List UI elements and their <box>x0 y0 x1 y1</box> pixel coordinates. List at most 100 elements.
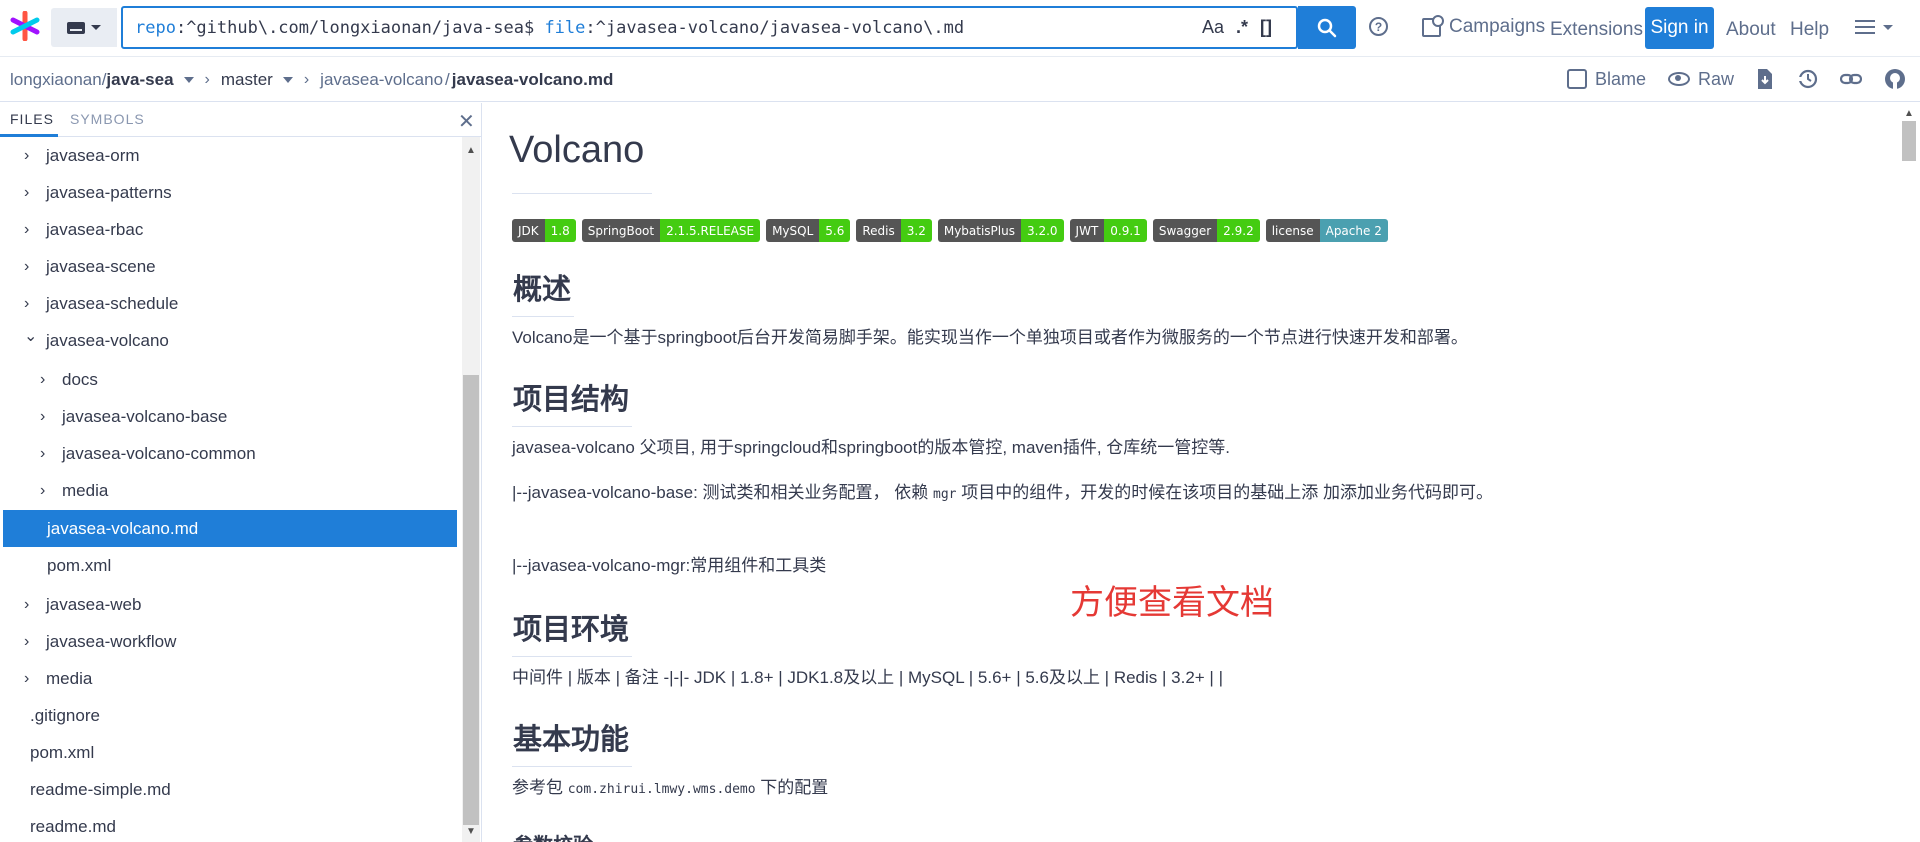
tree-item[interactable]: › media <box>0 660 462 697</box>
tree-item[interactable]: › javasea-scene <box>0 248 462 285</box>
tree-item[interactable]: › javasea-volcano-common <box>0 435 462 472</box>
badge-value: 1.8 <box>544 219 576 242</box>
tree-item[interactable]: › javasea-schedule <box>0 285 462 322</box>
tree-item[interactable]: › javasea-patterns <box>0 174 462 211</box>
badge-label: SpringBoot <box>581 219 661 242</box>
search-options: Aa .* [] <box>1202 6 1272 49</box>
heading-validation: 参数校验 <box>513 829 593 842</box>
search-icon <box>1317 18 1337 37</box>
tree-item-label: javasea-volcano-base <box>62 406 228 426</box>
structural-search-toggle[interactable]: [] <box>1260 17 1272 38</box>
heading-structure: 项目结构 <box>513 384 630 416</box>
tree-item-label: pom.xml <box>30 742 95 762</box>
tree-item[interactable]: pom.xml <box>0 547 462 584</box>
chevron-down-icon <box>91 25 101 30</box>
github-icon[interactable] <box>1884 68 1906 90</box>
badge-value: 3.2 <box>900 219 932 242</box>
tree-item[interactable]: › javasea-volcano-base <box>0 398 462 435</box>
blame-button[interactable]: Blame <box>1566 68 1646 90</box>
nav-campaigns-label: Campaigns <box>1449 16 1546 37</box>
badge-jdk: JDK 1.8 <box>512 219 576 242</box>
tab-symbols[interactable]: SYMBOLS <box>70 111 145 127</box>
breadcrumb-owner[interactable]: longxiaonan/ <box>10 70 106 90</box>
heading-overview: 概述 <box>513 274 572 306</box>
badge-value: 5.6 <box>819 219 851 242</box>
badge-mybatisplus: MybatisPlus 3.2.0 <box>937 219 1064 242</box>
sign-in-button[interactable]: Sign in <box>1645 7 1714 49</box>
structure-text: 项目中的组件，开发的时候在该项目的基础上添 加添加业务代码即可。 <box>956 483 1493 502</box>
main-menu-button[interactable] <box>1855 20 1893 34</box>
nav-extensions[interactable]: Extensions <box>1550 19 1643 41</box>
badge-swagger: Swagger 2.9.2 <box>1152 219 1260 242</box>
nav-help[interactable]: Help <box>1790 19 1829 41</box>
search-repo-keyword: repo <box>135 18 176 38</box>
nav-campaigns[interactable]: Campaigns <box>1422 14 1546 38</box>
tree-item-expanded[interactable]: ⌄ javasea-volcano <box>0 322 462 359</box>
chevron-right-icon: › <box>303 71 310 88</box>
inline-code: com.zhirui.lmwy.wms.demo <box>567 782 756 797</box>
tree-item[interactable]: › media <box>0 472 462 509</box>
breadcrumb-dir[interactable]: javasea-volcano <box>320 70 443 90</box>
content-scroll-thumb[interactable] <box>1902 121 1916 161</box>
tree-item-label: javasea-orm <box>46 145 140 165</box>
sidebar-scroll-thumb[interactable] <box>463 375 479 825</box>
blame-label: Blame <box>1594 68 1646 89</box>
download-icon[interactable] <box>1756 68 1774 90</box>
search-repo-value: :^github\.com/longxiaonan/java-sea$ <box>175 18 535 38</box>
scroll-down-icon[interactable]: ▼ <box>466 826 476 837</box>
tree-item[interactable]: pom.xml <box>0 734 462 771</box>
scroll-up-icon[interactable]: ▲ <box>466 145 476 156</box>
chevron-down-icon[interactable] <box>282 77 293 83</box>
tree-item[interactable]: › javasea-web <box>0 586 462 623</box>
search-button[interactable] <box>1298 6 1356 49</box>
tree-item[interactable]: › javasea-orm <box>0 137 462 174</box>
breadcrumb-separator: / <box>445 70 450 89</box>
chevron-right-icon: › <box>24 183 30 201</box>
branch-selector[interactable]: master <box>221 70 273 90</box>
blame-icon <box>1566 69 1587 89</box>
case-sensitive-toggle[interactable]: Aa <box>1202 17 1224 38</box>
link-icon[interactable] <box>1840 68 1862 90</box>
file-actions: Blame Raw <box>1566 68 1906 90</box>
tree-item-selected[interactable]: javasea-volcano.md <box>3 510 457 547</box>
tree-item[interactable]: › javasea-workflow <box>0 623 462 660</box>
content-scrollbar[interactable] <box>1898 103 1920 842</box>
tree-item[interactable]: .gitignore <box>0 697 462 734</box>
tree-item[interactable]: readme-simple.md <box>0 771 462 808</box>
search-input[interactable]: repo:^github\.com/longxiaonan/java-sea$ … <box>121 6 1298 49</box>
chevron-down-icon[interactable] <box>183 77 194 83</box>
tree-item[interactable]: readme.md <box>0 808 462 842</box>
tree-item-label: javasea-volcano <box>46 330 169 350</box>
chevron-right-icon: › <box>24 146 30 164</box>
features-text: 参考包 <box>512 778 568 797</box>
chevron-down-icon: ⌄ <box>24 327 38 345</box>
breadcrumb-file[interactable]: javasea-volcano.md <box>452 70 614 90</box>
badge-value: Apache 2 <box>1319 219 1388 242</box>
scroll-up-icon[interactable]: ▲ <box>1904 108 1914 119</box>
campaigns-icon <box>1422 14 1444 37</box>
paragraph-structure-2: |--javasea-volcano-base: 测试类和相关业务配置， 依赖 … <box>512 479 1502 509</box>
tree-item-label: javasea-volcano-common <box>62 443 256 463</box>
tree-item-label: pom.xml <box>47 555 112 575</box>
eye-icon <box>1667 72 1690 86</box>
close-icon[interactable]: ✕ <box>458 109 475 134</box>
nav-about[interactable]: About <box>1726 19 1776 41</box>
sourcegraph-logo-icon[interactable] <box>10 11 40 41</box>
divider <box>512 766 632 767</box>
annotation-text: 方便查看文档 <box>1070 584 1274 622</box>
file-viewer: Volcano JDK 1.8 SpringBoot 2.1.5.RELEASE M… <box>483 103 1920 842</box>
raw-button[interactable]: Raw <box>1667 68 1734 90</box>
raw-label: Raw <box>1697 68 1734 89</box>
chevron-right-icon: › <box>24 220 30 238</box>
history-icon[interactable] <box>1796 68 1818 90</box>
tree-item-label: readme.md <box>30 816 116 836</box>
tree-item[interactable]: › docs <box>0 361 462 398</box>
search-mode-toggle[interactable] <box>51 8 117 47</box>
regex-toggle[interactable]: .* <box>1236 17 1248 38</box>
tab-files[interactable]: FILES <box>10 111 54 127</box>
help-icon[interactable]: ? <box>1369 17 1388 36</box>
search-file-value: :^javasea-volcano/javasea-volcano\.md <box>585 18 965 38</box>
tree-item[interactable]: › javasea-rbac <box>0 211 462 248</box>
badge-mysql: MySQL 5.6 <box>766 219 851 242</box>
breadcrumb-repo[interactable]: java-sea <box>106 70 173 90</box>
